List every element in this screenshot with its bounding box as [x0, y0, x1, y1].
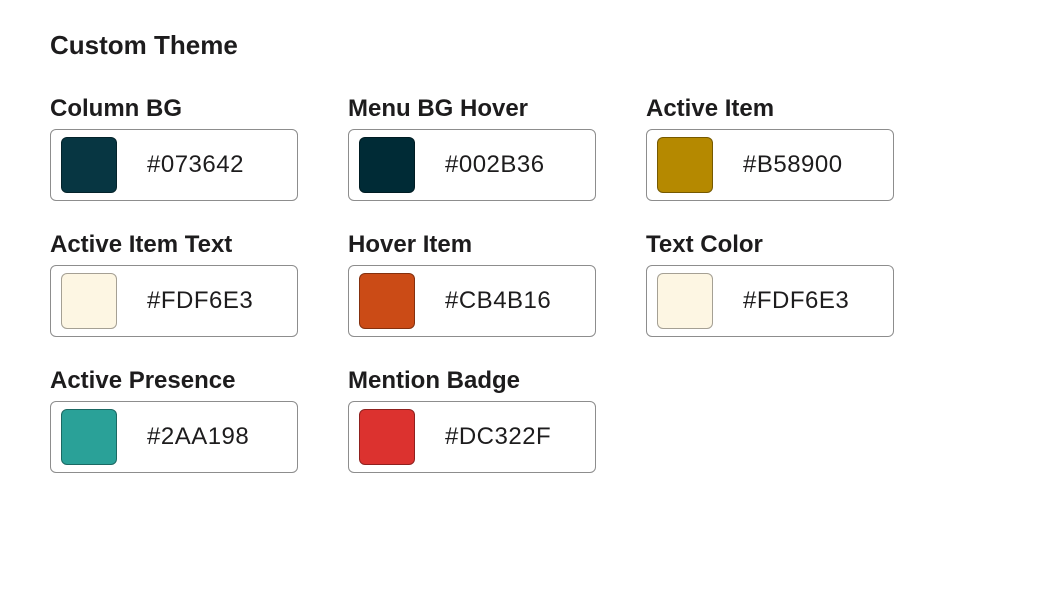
color-value: #DC322F	[445, 423, 551, 451]
color-swatch	[657, 273, 713, 329]
field-active-item-text: Active Item Text #FDF6E3	[50, 231, 330, 337]
field-label: Column BG	[50, 95, 330, 123]
field-hover-item: Hover Item #CB4B16	[348, 231, 628, 337]
color-value: #CB4B16	[445, 287, 551, 315]
color-input-active-presence[interactable]: #2AA198	[50, 401, 298, 473]
field-menu-bg-hover: Menu BG Hover #002B36	[348, 95, 628, 201]
color-value: #B58900	[743, 151, 843, 179]
field-label: Menu BG Hover	[348, 95, 628, 123]
color-swatch	[61, 409, 117, 465]
color-input-active-item-text[interactable]: #FDF6E3	[50, 265, 298, 337]
color-value: #002B36	[445, 151, 545, 179]
field-label: Hover Item	[348, 231, 628, 259]
field-active-presence: Active Presence #2AA198	[50, 367, 330, 473]
color-swatch	[657, 137, 713, 193]
color-swatch	[61, 273, 117, 329]
field-label: Active Item Text	[50, 231, 330, 259]
field-label: Mention Badge	[348, 367, 628, 395]
field-column-bg: Column BG #073642	[50, 95, 330, 201]
color-input-menu-bg-hover[interactable]: #002B36	[348, 129, 596, 201]
field-text-color: Text Color #FDF6E3	[646, 231, 926, 337]
field-label: Active Item	[646, 95, 926, 123]
color-swatch	[61, 137, 117, 193]
color-swatch	[359, 273, 415, 329]
field-label: Text Color	[646, 231, 926, 259]
field-label: Active Presence	[50, 367, 330, 395]
field-mention-badge: Mention Badge #DC322F	[348, 367, 628, 473]
color-value: #FDF6E3	[147, 287, 253, 315]
section-title: Custom Theme	[50, 30, 1008, 61]
color-value: #2AA198	[147, 423, 249, 451]
color-input-text-color[interactable]: #FDF6E3	[646, 265, 894, 337]
color-input-active-item[interactable]: #B58900	[646, 129, 894, 201]
color-fields-grid: Column BG #073642 Menu BG Hover #002B36 …	[50, 95, 1008, 473]
color-input-hover-item[interactable]: #CB4B16	[348, 265, 596, 337]
field-active-item: Active Item #B58900	[646, 95, 926, 201]
color-input-mention-badge[interactable]: #DC322F	[348, 401, 596, 473]
color-value: #073642	[147, 151, 244, 179]
custom-theme-panel: Custom Theme Column BG #073642 Menu BG H…	[0, 0, 1058, 503]
color-swatch	[359, 137, 415, 193]
color-value: #FDF6E3	[743, 287, 849, 315]
color-input-column-bg[interactable]: #073642	[50, 129, 298, 201]
color-swatch	[359, 409, 415, 465]
